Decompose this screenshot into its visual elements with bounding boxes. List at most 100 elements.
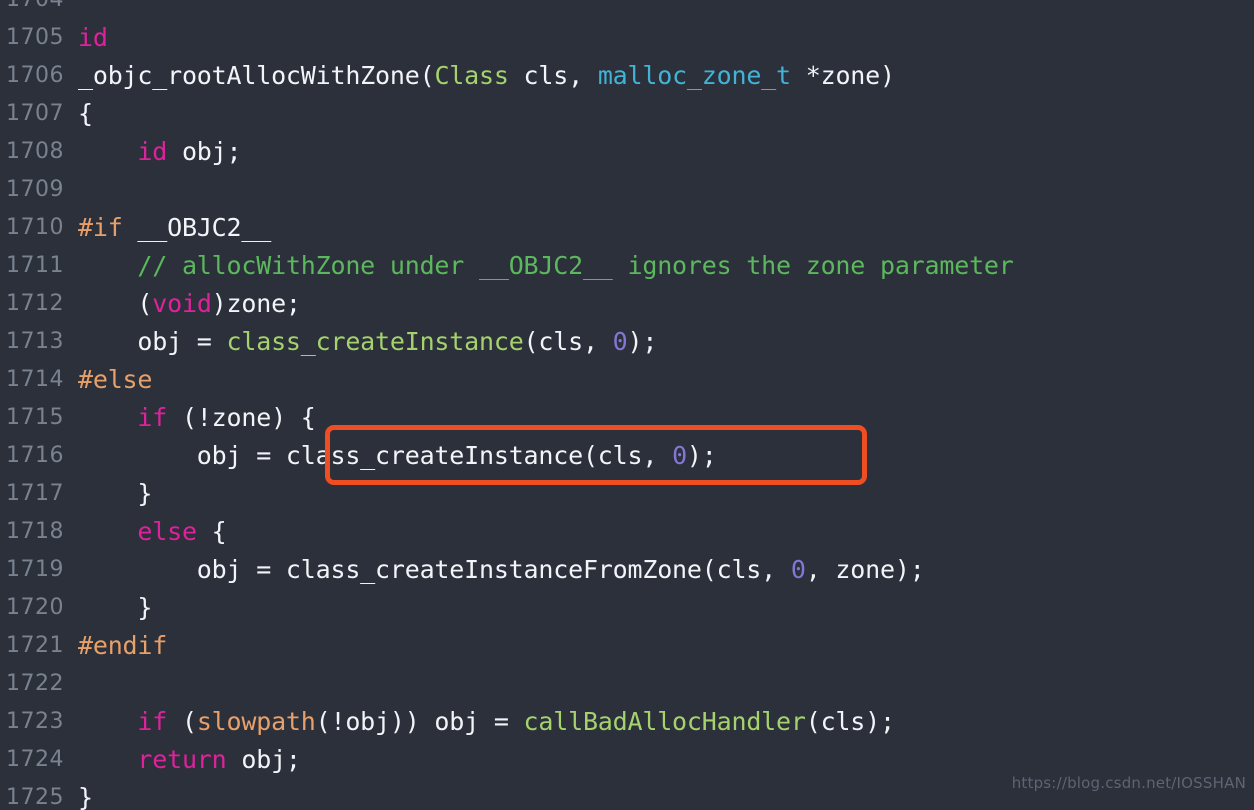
code-token: obj = (78, 327, 227, 356)
code-line[interactable]: 1707 { (0, 95, 1254, 133)
line-number: 1714 (6, 367, 64, 392)
code-line-content[interactable]: #if __OBJC2__ (78, 209, 1254, 247)
code-line[interactable]: 1716 obj = class_createInstance(cls, 0); (0, 437, 1254, 475)
code-line[interactable]: 1714 #else (0, 361, 1254, 399)
code-token: obj; (226, 745, 301, 774)
code-token: 0 (612, 327, 628, 356)
code-line[interactable]: 1710 #if __OBJC2__ (0, 209, 1254, 247)
code-token: callBadAllocHandler (523, 707, 806, 736)
code-token: , zone); (805, 555, 925, 584)
line-number: 1716 (6, 443, 64, 468)
code-line-content[interactable]: { (78, 95, 1254, 133)
line-number: 1706 (6, 63, 64, 88)
code-token: #else (78, 365, 153, 394)
watermark-url: https://blog.csdn.net/IOSSHAN (1011, 774, 1246, 792)
code-token: class_createInstance(cls, (285, 441, 673, 470)
code-line-content[interactable]: #else (78, 361, 1254, 399)
code-token: (cls); (805, 707, 895, 736)
code-token: cls, (508, 61, 598, 90)
line-number: 1717 (6, 481, 64, 506)
line-number: 1720 (6, 595, 64, 620)
code-token: return (137, 745, 227, 774)
code-token: obj; (167, 137, 242, 166)
code-lines-container[interactable]: 1704 1705 id 1706 _objc_rootAllocWithZone(Cl… (0, 0, 1254, 810)
code-line-content[interactable]: _objc_rootAllocWithZone(Class cls, mallo… (78, 57, 1254, 95)
line-number: 1724 (6, 747, 64, 772)
code-line[interactable]: 1723 if (slowpath(!obj)) obj = callBadAl… (0, 703, 1254, 741)
code-token: if (137, 403, 168, 432)
code-token: } (78, 783, 93, 810)
code-token: if (137, 707, 168, 736)
code-line-content[interactable]: obj = class_createInstanceFromZone(cls, … (78, 551, 1254, 589)
code-line[interactable]: 1706 _objc_rootAllocWithZone(Class cls, m… (0, 57, 1254, 95)
code-token: _objc_rootAllocWithZone( (78, 61, 435, 90)
code-line-content[interactable]: if (!zone) { (78, 399, 1254, 437)
line-number: 1722 (6, 671, 64, 696)
code-line[interactable]: 1708 id obj; (0, 133, 1254, 171)
code-token: slowpath (196, 707, 316, 736)
line-number: 1721 (6, 633, 64, 658)
line-number: 1705 (6, 25, 64, 50)
code-token: #if (78, 213, 123, 242)
code-line[interactable]: 1720 } (0, 589, 1254, 627)
code-token: else (137, 517, 197, 546)
code-line[interactable]: 1713 obj = class_createInstance(cls, 0); (0, 323, 1254, 361)
code-line-content[interactable]: if (slowpath(!obj)) obj = callBadAllocHa… (78, 703, 1254, 741)
code-line-content[interactable]: obj = class_createInstance(cls, 0); (78, 437, 1254, 475)
code-token: )zone; (211, 289, 301, 318)
code-token: 0 (672, 441, 687, 470)
code-token: } (78, 593, 153, 622)
code-token: { (196, 517, 227, 546)
code-token: (cls, (523, 327, 613, 356)
code-token: obj = class_createInstanceFromZone(cls, (78, 555, 791, 584)
code-line[interactable]: 1709 (0, 171, 1254, 209)
code-line[interactable]: 1712 (void)zone; (0, 285, 1254, 323)
code-line[interactable]: 1705 id (0, 19, 1254, 57)
code-token: } (78, 479, 153, 508)
code-token: ); (627, 327, 658, 356)
code-token: obj = (78, 441, 286, 470)
code-token: class_createInstance (226, 327, 524, 356)
code-token: #endif (78, 631, 168, 660)
code-editor-viewport[interactable]: 1704 1705 id 1706 _objc_rootAllocWithZone(Cl… (0, 0, 1254, 810)
line-number: 1709 (6, 177, 64, 202)
code-line-content[interactable]: } (78, 475, 1254, 513)
code-token: malloc_zone_t (597, 61, 791, 90)
code-line-content[interactable]: // allocWithZone under __OBJC2__ ignores… (78, 247, 1254, 285)
code-line-content[interactable]: (void)zone; (78, 285, 1254, 323)
code-line-content[interactable]: id (78, 19, 1254, 57)
line-number: 1704 (0, 0, 78, 19)
line-number: 1710 (6, 215, 64, 240)
line-number: 1723 (6, 709, 64, 734)
line-number: 1715 (6, 405, 64, 430)
code-line[interactable]: 1717 } (0, 475, 1254, 513)
code-token: ( (78, 289, 153, 318)
code-token: ( (167, 707, 197, 736)
line-number: 1725 (6, 785, 64, 810)
code-line[interactable]: 1721 #endif (0, 627, 1254, 665)
code-line[interactable]: 1722 (0, 665, 1254, 703)
code-token: void (152, 289, 212, 318)
code-line[interactable]: 1711 // allocWithZone under __OBJC2__ ig… (0, 247, 1254, 285)
code-token: // allocWithZone under __OBJC2__ ignores… (137, 251, 1014, 280)
code-token: __OBJC2__ (122, 213, 272, 242)
code-line[interactable]: 1715 if (!zone) { (0, 399, 1254, 437)
code-line-content[interactable]: obj = class_createInstance(cls, 0); (78, 323, 1254, 361)
line-number: 1707 (6, 101, 64, 126)
code-line-content[interactable]: else { (78, 513, 1254, 551)
code-token: id (137, 137, 168, 166)
code-token: *zone) (790, 61, 895, 90)
code-line-content[interactable]: #endif (78, 627, 1254, 665)
code-line-content[interactable]: id obj; (78, 133, 1254, 171)
line-number: 1708 (6, 139, 64, 164)
code-line[interactable]: 1718 else { (0, 513, 1254, 551)
code-line[interactable]: 1719 obj = class_createInstanceFromZone(… (0, 551, 1254, 589)
line-number: 1713 (6, 329, 64, 354)
code-line[interactable]: 1704 (0, 0, 1254, 19)
code-token: (!zone) { (167, 403, 316, 432)
code-line-content[interactable]: } (78, 589, 1254, 627)
